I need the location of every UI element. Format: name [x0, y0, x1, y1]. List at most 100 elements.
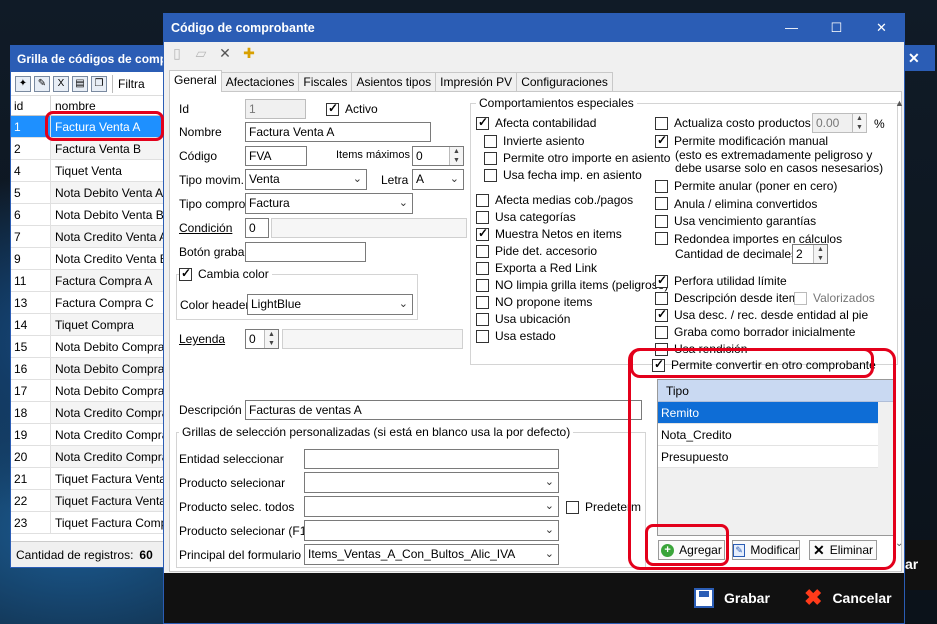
option-checkbox[interactable]: Usa categorías: [476, 210, 576, 224]
nombre-field[interactable]: Factura Venta A: [245, 122, 431, 142]
edit-document-icon[interactable]: ▱: [192, 44, 210, 62]
descripcion-field[interactable]: Facturas de ventas A: [245, 400, 642, 420]
delete-icon[interactable]: ✕: [216, 44, 234, 62]
cambia-color-checkbox[interactable]: Cambia color: [179, 266, 272, 281]
valorizados-checkbox[interactable]: Valorizados: [794, 291, 875, 305]
background-close-icon[interactable]: ✕: [908, 50, 920, 67]
table-row[interactable]: 11 Factura Compra A: [11, 270, 169, 292]
producto-todos-select[interactable]: ⌄: [304, 496, 559, 517]
option-checkbox[interactable]: Usa rendición: [655, 342, 747, 356]
decimales-stepper[interactable]: 2 ▲ ▼: [792, 244, 828, 264]
print-icon[interactable]: ▤: [72, 75, 88, 92]
agregar-button[interactable]: + Agregar: [658, 540, 725, 560]
list-item[interactable]: Presupuesto: [658, 446, 878, 468]
stepper-arrows-icon[interactable]: ▲ ▼: [813, 245, 827, 263]
option-checkbox[interactable]: Usa estado: [476, 329, 556, 343]
condicion-label[interactable]: Condición: [179, 221, 232, 235]
table-row[interactable]: 4 Tiquet Venta: [11, 160, 169, 182]
close-icon[interactable]: ✕: [859, 14, 904, 42]
column-header-id[interactable]: id: [11, 96, 51, 115]
table-row[interactable]: 18 Nota Credito Compra A: [11, 402, 169, 424]
table-row[interactable]: 1 Factura Venta A: [11, 116, 169, 138]
table-row[interactable]: 9 Nota Credito Venta B: [11, 248, 169, 270]
grabar-button[interactable]: Grabar: [694, 588, 770, 608]
leyenda-label[interactable]: Leyenda: [179, 332, 225, 346]
table-row[interactable]: 16 Nota Debito Compra B: [11, 358, 169, 380]
table-row[interactable]: 2 Factura Venta B: [11, 138, 169, 160]
option-checkbox[interactable]: Descripción desde items: [655, 291, 805, 305]
eliminar-button[interactable]: ✕ Eliminar: [809, 540, 877, 560]
option-checkbox[interactable]: Usa ubicación: [476, 312, 570, 326]
table-row[interactable]: 22 Tiquet Factura Venta B: [11, 490, 169, 512]
scroll-down-icon[interactable]: ⌄: [895, 538, 903, 549]
tab-configuraciones[interactable]: Configuraciones: [516, 72, 613, 92]
option-checkbox[interactable]: Permite anular (poner en cero): [655, 179, 837, 193]
letra-select[interactable]: A ⌄: [412, 169, 464, 190]
edit-icon[interactable]: ✎: [34, 75, 50, 92]
items-max-stepper[interactable]: 0 ▲ ▼: [412, 146, 464, 166]
list-item[interactable]: Nota_Credito: [658, 424, 878, 446]
table-row[interactable]: 19 Nota Credito Compra B: [11, 424, 169, 446]
tipo-movim-select[interactable]: Venta ⌄: [245, 169, 367, 190]
add-item-icon[interactable]: ✚: [240, 44, 258, 62]
stepper-arrows-icon[interactable]: ▲ ▼: [852, 114, 866, 132]
option-checkbox[interactable]: Usa vencimiento garantías: [655, 214, 816, 228]
producto-f1-select[interactable]: ⌄: [304, 520, 559, 541]
tab-general[interactable]: General: [169, 70, 222, 92]
scroll-up-icon[interactable]: ▲: [895, 98, 904, 108]
excel-icon[interactable]: X: [53, 75, 69, 92]
leyenda-stepper[interactable]: 0 ▲ ▼: [245, 329, 279, 349]
permite-convertir-checkbox[interactable]: Permite convertir en otro comprobante: [652, 357, 876, 372]
condicion-field[interactable]: 0: [245, 218, 269, 238]
option-checkbox[interactable]: Perfora utilidad límite: [655, 273, 787, 288]
option-checkbox[interactable]: Exporta a Red Link: [476, 261, 597, 275]
actualiza-costo-stepper[interactable]: 0.00 ▲ ▼: [812, 113, 867, 133]
option-checkbox[interactable]: Permite otro importe en asiento: [484, 151, 670, 165]
actualiza-costo-checkbox[interactable]: Actualiza costo productos >: [655, 116, 821, 130]
list-item[interactable]: Remito: [658, 402, 878, 424]
option-checkbox[interactable]: Usa desc. / rec. desde entidad al pie: [655, 307, 868, 322]
tipo-comprob-select[interactable]: Factura ⌄: [245, 193, 413, 214]
tab-asientos-tipos[interactable]: Asientos tipos: [351, 72, 437, 92]
table-row[interactable]: 23 Tiquet Factura Compra: [11, 512, 169, 534]
tab-afectaciones[interactable]: Afectaciones: [220, 72, 300, 92]
cancelar-button[interactable]: ✖ Cancelar: [804, 587, 892, 609]
table-row[interactable]: 13 Factura Compra C: [11, 292, 169, 314]
table-row[interactable]: 14 Tiquet Compra: [11, 314, 169, 336]
entidad-field[interactable]: [304, 449, 559, 469]
tab-impresión-pv[interactable]: Impresión PV: [435, 72, 518, 92]
new-document-icon[interactable]: ▯: [168, 44, 186, 62]
tab-fiscales[interactable]: Fiscales: [298, 72, 353, 92]
table-row[interactable]: 15 Nota Debito Compra A: [11, 336, 169, 358]
table-row[interactable]: 17 Nota Debito Compra C: [11, 380, 169, 402]
activo-checkbox[interactable]: Activo: [326, 101, 378, 116]
new-icon[interactable]: ✦: [15, 75, 31, 92]
principal-select[interactable]: Items_Ventas_A_Con_Bultos_Alic_IVA ⌄: [304, 544, 559, 565]
option-checkbox[interactable]: Muestra Netos en items: [476, 226, 622, 241]
table-row[interactable]: 6 Nota Debito Venta B: [11, 204, 169, 226]
id-field[interactable]: 1: [245, 99, 306, 119]
option-checkbox[interactable]: Pide det. accesorio: [476, 244, 597, 258]
option-checkbox[interactable]: Afecta medias cob./pagos: [476, 193, 633, 207]
option-checkbox[interactable]: NO propone items: [476, 295, 592, 309]
tipo-column-header[interactable]: Tipo: [658, 380, 895, 402]
filter-label[interactable]: Filtra: [118, 77, 145, 91]
option-checkbox[interactable]: Usa fecha imp. en asiento: [484, 168, 642, 182]
minimize-icon[interactable]: —: [769, 14, 814, 42]
table-row[interactable]: 7 Nota Credito Venta A: [11, 226, 169, 248]
option-checkbox[interactable]: Invierte asiento: [484, 134, 584, 148]
permite-mod-checkbox[interactable]: Permite modificación manual: [655, 133, 828, 148]
color-header-select[interactable]: LightBlue ⌄: [247, 294, 413, 315]
option-checkbox[interactable]: Graba como borrador inicialmente: [655, 325, 855, 339]
modificar-button[interactable]: ✎ Modificar: [732, 540, 800, 560]
stepper-arrows-icon[interactable]: ▲ ▼: [449, 147, 463, 165]
table-row[interactable]: 5 Nota Debito Venta A: [11, 182, 169, 204]
codigo-field[interactable]: FVA: [245, 146, 307, 166]
copy-icon[interactable]: ❐: [91, 75, 107, 92]
option-checkbox[interactable]: NO limpia grilla items (peligroso): [476, 278, 668, 292]
stepper-arrows-icon[interactable]: ▲ ▼: [264, 330, 278, 348]
boton-grabar-field[interactable]: [245, 242, 366, 262]
predeterm-checkbox[interactable]: Predeterm: [566, 500, 641, 514]
producto-select[interactable]: ⌄: [304, 472, 559, 493]
table-row[interactable]: 20 Nota Credito Compra C: [11, 446, 169, 468]
